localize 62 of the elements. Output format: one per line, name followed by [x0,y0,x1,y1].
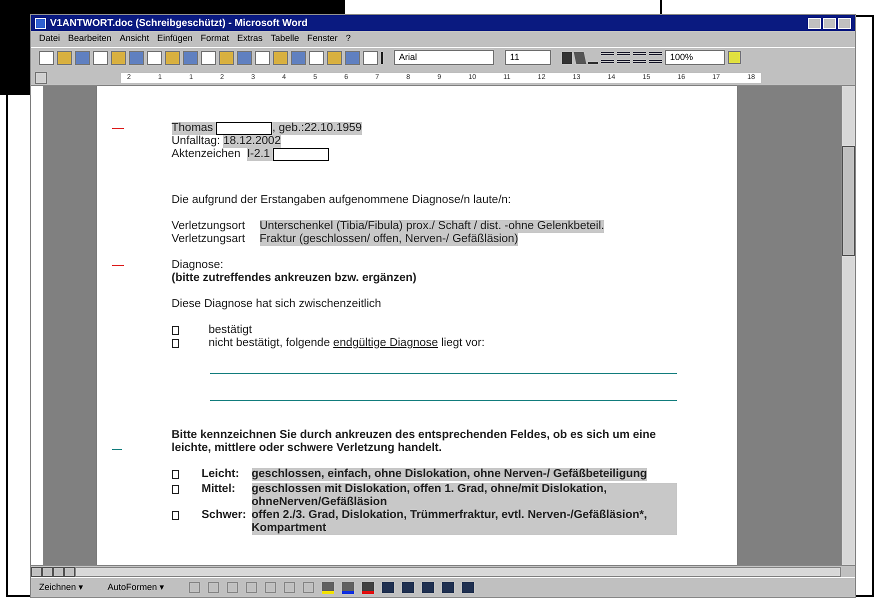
fill-color-icon[interactable] [322,582,334,594]
menu-item[interactable]: Format [200,32,230,46]
menu-item[interactable]: Fenster [307,32,338,46]
header-text: Unfalltag: [172,135,222,148]
severity-label: Schwer: [202,509,248,523]
menu-item[interactable]: Bearbeiten [68,32,112,46]
restore-button[interactable] [823,18,836,28]
option-text: bestätigt [208,324,252,336]
zoom-dropdown[interactable]: 100% [665,50,725,65]
align-center-icon[interactable] [617,52,630,63]
field-value: Fraktur (geschlossen/ offen, Nerven-/ Gefäßläsion) [260,233,518,246]
header-text: , geb.:22.10.1959 [272,122,362,135]
tab-selector[interactable] [35,72,47,84]
checkbox[interactable] [172,470,178,479]
section-hint: (bitte zutreffendes ankreuzen bzw. ergänzen) [172,272,418,285]
severity-description: geschlossen, einfach, ohne Dislokation, ohne Nerven-/ Gefäßbeteiligung [252,468,648,481]
menu-item[interactable]: Extras [237,32,263,46]
align-right-icon[interactable] [633,52,646,63]
vertical-scrollbar[interactable] [841,86,855,565]
horizontal-scrollbar[interactable] [75,566,841,576]
option-text: liegt vor: [440,337,485,349]
severity-label: Mittel: [202,483,236,497]
line-color-icon[interactable] [342,582,354,594]
menu-item[interactable]: ? [346,32,351,46]
section-title: Diagnose: [172,259,224,272]
checkbox[interactable] [172,339,178,348]
header-text: I-2.1 [246,148,274,161]
redacted-field[interactable] [273,148,330,161]
option-text: nicht bestätigt, folgende [208,337,331,349]
scroll-thumb[interactable] [842,146,855,256]
minimize-button[interactable] [808,18,821,28]
header-text: Aktenzeichen [172,148,242,161]
document-icon [35,18,46,28]
question-text: Diese Diagnose hat sich zwischenzeitlich [172,298,382,311]
window-title: V1ANTWORT.doc (Schreibgeschützt) - Microsoft Word [50,16,308,30]
menu-item[interactable]: Einfügen [157,32,193,46]
field-value: Unterschenkel (Tibia/Fibula) prox./ Schaft / dist. -ohne Gelenkbeteil. [260,220,604,233]
severity-label: Leicht: [202,468,240,482]
menu-item[interactable]: Tabelle [270,32,300,46]
toolbar-menu[interactable]: Zeichnen ▾ [39,580,84,594]
instruction-text: Bitte kennzeichnen Sie durch ankreuzen des entsprechenden Feldes, ob es sich um eine leichte, mittlere oder schwere Verletzung handelt. [172,429,657,455]
font-dropdown[interactable]: Arial [394,50,494,65]
help-icon[interactable] [728,51,741,64]
field-label: Verletzungsart [172,233,246,246]
checkbox[interactable] [172,326,178,335]
menu-item[interactable]: Datei [39,32,60,46]
underlined-text: endgültige Diagnose [333,337,438,349]
header-text: Thomas [172,122,216,135]
redacted-field[interactable] [216,122,272,135]
checkbox[interactable] [172,511,178,520]
font-color-icon[interactable] [362,582,374,594]
menu-item[interactable]: Ansicht [120,32,150,46]
justify-icon[interactable] [649,52,662,63]
intro-text: Die aufgrund der Erstangaben aufgenommene Diagnose/n laute/n: [172,194,512,207]
header-text: 18.12.2002 [223,135,281,148]
close-button[interactable] [838,18,851,28]
size-dropdown[interactable]: 11 [505,50,551,65]
toolbar-menu[interactable]: AutoFormen ▾ [108,580,165,594]
field-label: Verletzungsort [172,220,246,233]
severity-description: offen 2./3. Grad, Dislokation, Trümmerfraktur, evtl. Nerven-/Gefäßläsion*, Kompartment [252,509,676,535]
align-left-icon[interactable] [601,52,614,63]
checkbox[interactable] [172,485,178,494]
